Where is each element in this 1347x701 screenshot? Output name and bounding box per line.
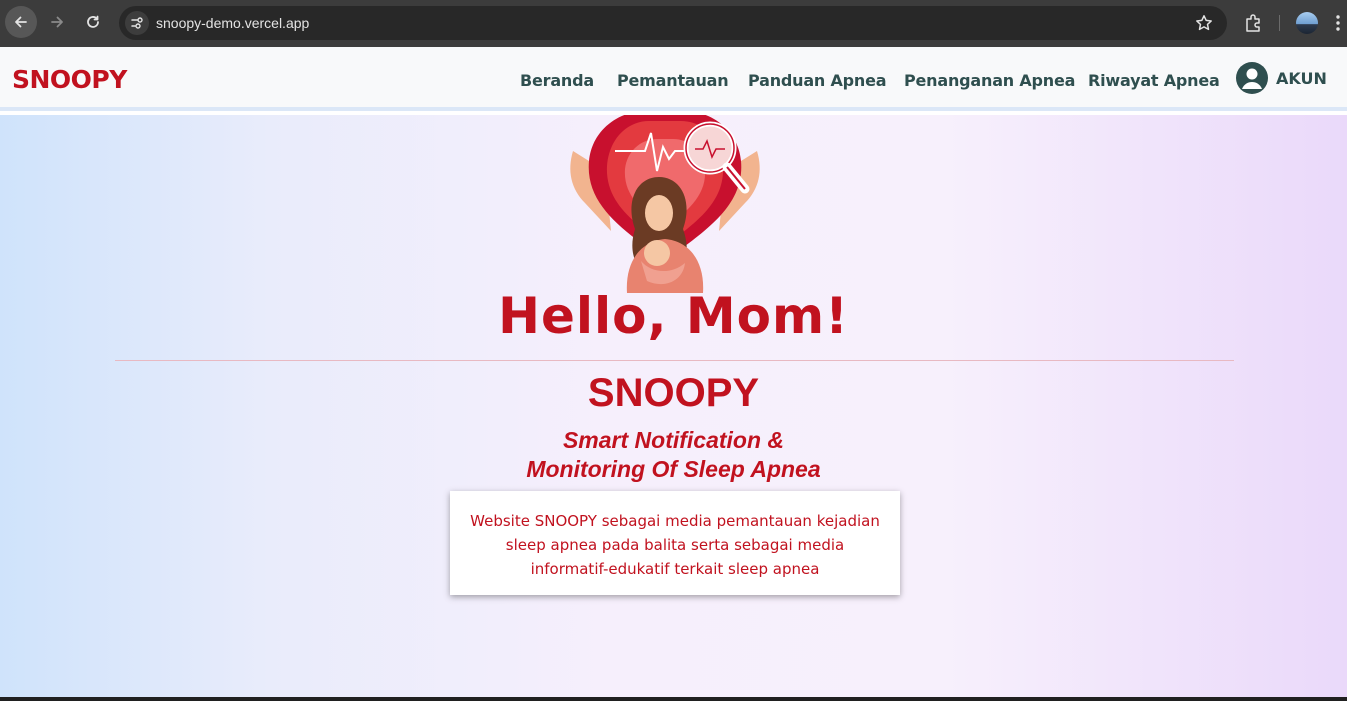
hero-section: Hello, Mom! SNOOPY Smart Notification & …	[0, 115, 1347, 697]
nav-riwayat-apnea[interactable]: Riwayat Apnea	[1088, 71, 1220, 90]
star-icon[interactable]	[1195, 14, 1213, 32]
reload-button[interactable]	[77, 6, 109, 38]
window-bottom-edge	[0, 697, 1347, 701]
nav-penanganan-apnea[interactable]: Penanganan Apnea	[904, 71, 1075, 90]
site-navbar: SNOOPY Beranda Pemantauan Panduan Apnea …	[0, 47, 1347, 111]
hero-description: Website SNOOPY sebagai media pemantauan …	[470, 512, 880, 578]
site-logo[interactable]: SNOOPY	[12, 65, 127, 94]
nav-beranda[interactable]: Beranda	[520, 71, 594, 90]
url-text[interactable]: snoopy-demo.vercel.app	[156, 15, 309, 31]
back-button[interactable]	[5, 6, 37, 38]
browser-toolbar: snoopy-demo.vercel.app	[0, 0, 1347, 47]
hero-greeting: Hello, Mom!	[498, 287, 849, 345]
account-menu[interactable]: AKUN	[1236, 62, 1327, 94]
forward-arrow-icon	[51, 16, 63, 28]
nav-pemantauan[interactable]: Pemantauan	[617, 71, 729, 90]
hero-subtitle-line1: Smart Notification &	[562, 427, 785, 453]
menu-dots-icon[interactable]	[1335, 14, 1341, 32]
nav-panduan-apnea[interactable]: Panduan Apnea	[748, 71, 887, 90]
extensions-icon[interactable]	[1244, 13, 1264, 33]
site-info-button[interactable]	[125, 11, 149, 35]
hero-subtitle: Smart Notification & Monitoring Of Sleep…	[0, 426, 1347, 484]
back-arrow-icon	[15, 16, 27, 28]
reload-icon	[87, 15, 99, 28]
account-icon	[1236, 62, 1268, 94]
toolbar-divider	[1279, 15, 1280, 31]
account-label: AKUN	[1276, 68, 1327, 88]
mother-heart-illustration	[570, 115, 760, 293]
hero-divider	[115, 360, 1234, 361]
forward-button[interactable]	[41, 6, 73, 38]
hero-subtitle-line2: Monitoring Of Sleep Apnea	[526, 456, 821, 482]
address-bar[interactable]: snoopy-demo.vercel.app	[119, 6, 1227, 40]
hero-title: SNOOPY	[587, 371, 760, 415]
site-info-icon	[131, 17, 143, 29]
hero-description-card: Website SNOOPY sebagai media pemantauan …	[450, 491, 900, 595]
profile-icon[interactable]	[1296, 12, 1318, 34]
